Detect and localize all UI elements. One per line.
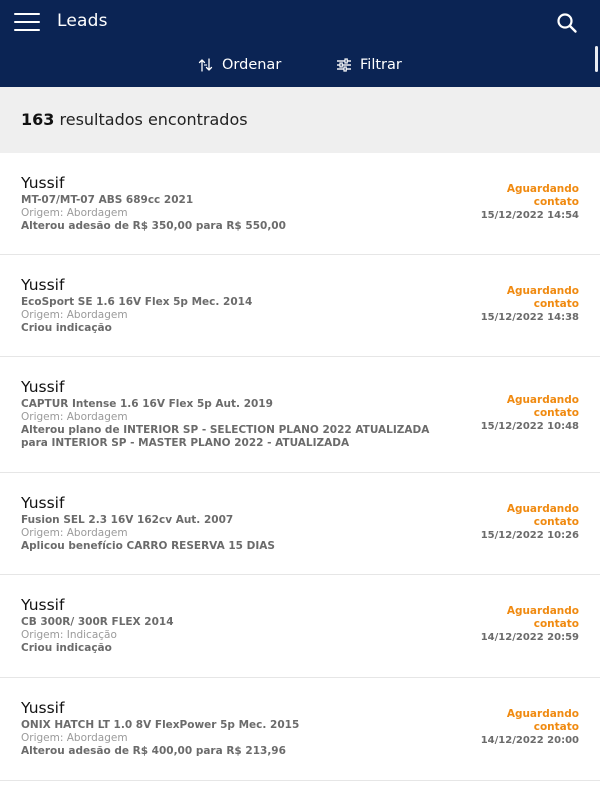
lead-status: Aguardando contato [506,503,579,528]
lead-vehicle: ONIX HATCH LT 1.0 8V FlexPower 5p Mec. 2… [21,719,300,731]
search-icon[interactable] [556,12,578,34]
sort-label: Ordenar [222,57,282,73]
lead-date: 15/12/2022 10:48 [480,421,579,432]
menu-line [14,29,40,31]
lead-last-action: Alterou adesão de R$ 350,00 para R$ 550,… [21,220,286,232]
top-bar: Leads [0,0,600,44]
lead-status: Aguardando contato [506,708,579,733]
lead-date: 15/12/2022 10:26 [480,530,579,541]
lead-status: Aguardando contato [506,605,579,630]
menu-line [14,21,40,23]
lead-meta: Aguardando contato 15/12/2022 14:54 [481,183,579,222]
results-count-text: 163 resultados encontrados [21,110,248,129]
lead-item[interactable]: Yussif MT-07/MT-07 ABS 689cc 2021 Origem… [0,153,600,255]
lead-info: Yussif CB 300R/ 300R FLEX 2014 Origem: I… [21,597,451,655]
lead-origin: Origem: Abordagem [21,207,128,219]
scrollbar[interactable] [595,46,598,72]
lead-item[interactable]: Yussif ONIX HATCH LT 1.0 8V FlexPower 5p… [0,678,600,781]
filter-sliders-icon [336,58,352,72]
sort-button[interactable]: Ordenar [198,50,281,80]
lead-vehicle: CB 300R/ 300R FLEX 2014 [21,616,174,628]
lead-info: Yussif ONIX HATCH LT 1.0 8V FlexPower 5p… [21,700,451,758]
lead-name: Yussif [21,276,65,294]
lead-vehicle: CAPTUR Intense 1.6 16V Flex 5p Aut. 2019 [21,398,273,410]
lead-last-action: Criou indicação [21,322,112,334]
lead-origin: Origem: Indicação [21,629,117,641]
lead-meta: Aguardando contato 14/12/2022 20:59 [481,605,579,644]
lead-origin: Origem: Abordagem [21,309,128,321]
lead-vehicle: MT-07/MT-07 ABS 689cc 2021 [21,194,194,206]
lead-status: Aguardando contato [506,183,579,208]
results-label: resultados encontrados [59,110,248,129]
lead-date: 15/12/2022 14:54 [480,210,579,221]
leads-list: Yussif MT-07/MT-07 ABS 689cc 2021 Origem… [0,153,600,781]
lead-vehicle: EcoSport SE 1.6 16V Flex 5p Mec. 2014 [21,296,253,308]
results-summary: 163 resultados encontrados [0,87,600,153]
lead-name: Yussif [21,596,65,614]
lead-name: Yussif [21,699,65,717]
filter-button[interactable]: Filtrar [336,50,402,80]
menu-line [14,13,40,15]
lead-origin: Origem: Abordagem [21,527,128,539]
lead-meta: Aguardando contato 15/12/2022 10:48 [481,394,579,433]
lead-date: 14/12/2022 20:59 [480,632,579,643]
lead-info: Yussif Fusion SEL 2.3 16V 162cv Aut. 200… [21,495,451,553]
lead-vehicle: Fusion SEL 2.3 16V 162cv Aut. 2007 [21,514,234,526]
lead-status: Aguardando contato [506,394,579,419]
app-header: Leads Ordenar Filtrar [0,0,600,87]
lead-last-action: Criou indicação [21,642,112,654]
lead-item[interactable]: Yussif CAPTUR Intense 1.6 16V Flex 5p Au… [0,357,600,473]
lead-name: Yussif [21,378,65,396]
lead-info: Yussif CAPTUR Intense 1.6 16V Flex 5p Au… [21,379,451,450]
lead-info: Yussif EcoSport SE 1.6 16V Flex 5p Mec. … [21,277,451,335]
lead-date: 15/12/2022 14:38 [480,312,579,323]
filter-label: Filtrar [360,57,402,73]
lead-name: Yussif [21,494,65,512]
lead-origin: Origem: Abordagem [21,732,128,744]
lead-meta: Aguardando contato 15/12/2022 14:38 [481,285,579,324]
lead-item[interactable]: Yussif CB 300R/ 300R FLEX 2014 Origem: I… [0,575,600,678]
lead-last-action: Alterou plano de INTERIOR SP - SELECTION… [21,424,430,449]
lead-meta: Aguardando contato 14/12/2022 20:00 [481,708,579,747]
sort-icon [198,58,214,72]
action-bar: Ordenar Filtrar [0,50,600,80]
hamburger-menu-icon[interactable] [14,12,42,32]
lead-origin: Origem: Abordagem [21,411,128,423]
page-title: Leads [57,11,108,31]
lead-item[interactable]: Yussif Fusion SEL 2.3 16V 162cv Aut. 200… [0,473,600,575]
lead-info: Yussif MT-07/MT-07 ABS 689cc 2021 Origem… [21,175,451,233]
lead-date: 14/12/2022 20:00 [480,735,579,746]
lead-meta: Aguardando contato 15/12/2022 10:26 [481,503,579,542]
app: Leads Ordenar Filtrar 163 resultados enc… [0,0,600,800]
lead-last-action: Aplicou benefício CARRO RESERVA 15 DIAS [21,540,275,552]
lead-last-action: Alterou adesão de R$ 400,00 para R$ 213,… [21,745,286,757]
lead-name: Yussif [21,174,65,192]
lead-item[interactable]: Yussif EcoSport SE 1.6 16V Flex 5p Mec. … [0,255,600,357]
lead-status: Aguardando contato [506,285,579,310]
results-count: 163 [21,110,55,129]
